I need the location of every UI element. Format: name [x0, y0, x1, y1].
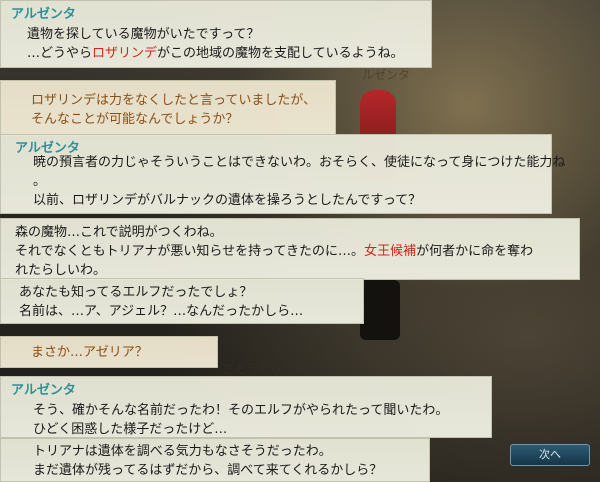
dialog-line: そう、確かそんな名前だったわ！そのエルフがやられたって聞いたわ。 — [33, 401, 448, 420]
dialog-text: 以前、ロザリンデがバルナックの遺体を操ろうとしたんですって？ — [33, 193, 422, 208]
dialog-line: 森の魔物…これで説明がつくわね。 — [15, 223, 533, 242]
dialog-text: それでなくともトリアナが悪い知らせを持ってきたのに…。 — [15, 244, 365, 259]
dialog-text: そう、確かそんな名前だったわ！そのエルフがやられたって聞いたわ。 — [33, 403, 449, 418]
dialog-text: 森の魔物…これで説明がつくわね。 — [15, 225, 223, 240]
dialog-line: トリアナは遺体を調べる気力もなさそうだったわ。 — [33, 442, 382, 461]
highlighted-name: 女王候補 — [364, 244, 417, 259]
speaker-name: アルゼンタ — [11, 7, 76, 22]
dialog-line: ひどく困惑した様子だったけど… — [33, 420, 448, 439]
dialog-text: トリアナは遺体を調べる気力もなさそうだったわ。 — [33, 444, 332, 459]
background-dialog-text: さそうだったわ — [222, 362, 307, 376]
dialog-text: ひどく困惑した様子だったけど… — [33, 422, 228, 437]
speaker-name: アルゼンタ — [11, 383, 76, 398]
dialog-panel-player: ロザリンデは力をなくしたと言っていましたが、 そんなことが可能なんでしょうか？ — [0, 80, 336, 136]
dialog-line: 暁の預言者の力じゃそういうことはできないわ。おそらく、使徒になって身につけた能力… — [33, 153, 565, 172]
dialog-panel-player: まさか…アゼリア？ — [0, 336, 218, 368]
dialog-line: 遺物を探している魔物がいたですって？ — [27, 25, 404, 44]
dialog-panel: 森の魔物…これで説明がつくわね。それでなくともトリアナが悪い知らせを持ってきたの… — [0, 218, 580, 280]
dialog-text: 名前は、…ア、アジェル？…なんだったかしら… — [19, 304, 304, 319]
dialog-text: …どうやら — [27, 46, 93, 61]
highlighted-name: ロザリンデ — [92, 46, 158, 61]
dialog-line: 。 — [33, 172, 565, 191]
dialog-text: 。 — [33, 174, 47, 189]
dialog-text: がこの地域の魔物を支配しているようね。 — [157, 46, 404, 61]
dialog-text: あなたも知ってるエルフだったでしょ？ — [19, 285, 253, 300]
dialog-text: が何者かに命を奪わ — [416, 244, 534, 259]
dialog-line: ロザリンデは力をなくしたと言っていましたが、 — [31, 91, 316, 110]
dialog-text: ロザリンデは力をなくしたと言っていましたが、 — [31, 93, 317, 108]
background-speaker-text: ルゼンタ — [362, 68, 411, 82]
dialog-line: まだ遺体が残ってるはずだから、調べて来てくれるかしら？ — [33, 461, 382, 480]
character-figure-dark — [360, 280, 400, 340]
dialog-line: 名前は、…ア、アジェル？…なんだったかしら… — [19, 302, 303, 321]
dialog-text: 暁の預言者の力じゃそういうことはできないわ。おそらく、使徒になって身につけた能力… — [33, 155, 566, 170]
next-button[interactable]: 次へ — [510, 444, 590, 466]
dialog-text: 遺物を探している魔物がいたですって？ — [27, 27, 260, 42]
dialog-text: まさか…アゼリア？ — [31, 345, 148, 360]
dialog-text: れたらしいわ。 — [15, 263, 107, 278]
dialog-text: そんなことが可能なんでしょうか？ — [31, 112, 239, 127]
dialog-panel: あなたも知ってるエルフだったでしょ？ 名前は、…ア、アジェル？…なんだったかしら… — [0, 278, 364, 324]
dialog-panel: トリアナは遺体を調べる気力もなさそうだったわ。まだ遺体が残ってるはずだから、調べ… — [0, 438, 430, 482]
dialog-line: まさか…アゼリア？ — [31, 343, 148, 362]
dialog-line: あなたも知ってるエルフだったでしょ？ — [19, 283, 303, 302]
dialog-line: 以前、ロザリンデがバルナックの遺体を操ろうとしたんですって？ — [33, 191, 565, 210]
dialog-line: そんなことが可能なんでしょうか？ — [31, 110, 316, 129]
dialog-line: …どうやらロザリンデがこの地域の魔物を支配しているようね。 — [27, 44, 404, 63]
dialog-text: まだ遺体が残ってるはずだから、調べて来てくれるかしら？ — [33, 463, 383, 478]
dialog-panel: アルゼンタ 暁の預言者の力じゃそういうことはできないわ。おそらく、使徒になって身… — [0, 134, 565, 214]
dialog-line: それでなくともトリアナが悪い知らせを持ってきたのに…。女王候補が何者かに命を奪わ — [15, 242, 533, 261]
dialog-panel: アルゼンタ 遺物を探している魔物がいたですって？ …どうやらロザリンデがこの地域の… — [0, 0, 432, 68]
dialog-panel: アルゼンタ そう、確かそんな名前だったわ！そのエルフがやられたって聞いたわ。 ひど… — [0, 376, 492, 438]
